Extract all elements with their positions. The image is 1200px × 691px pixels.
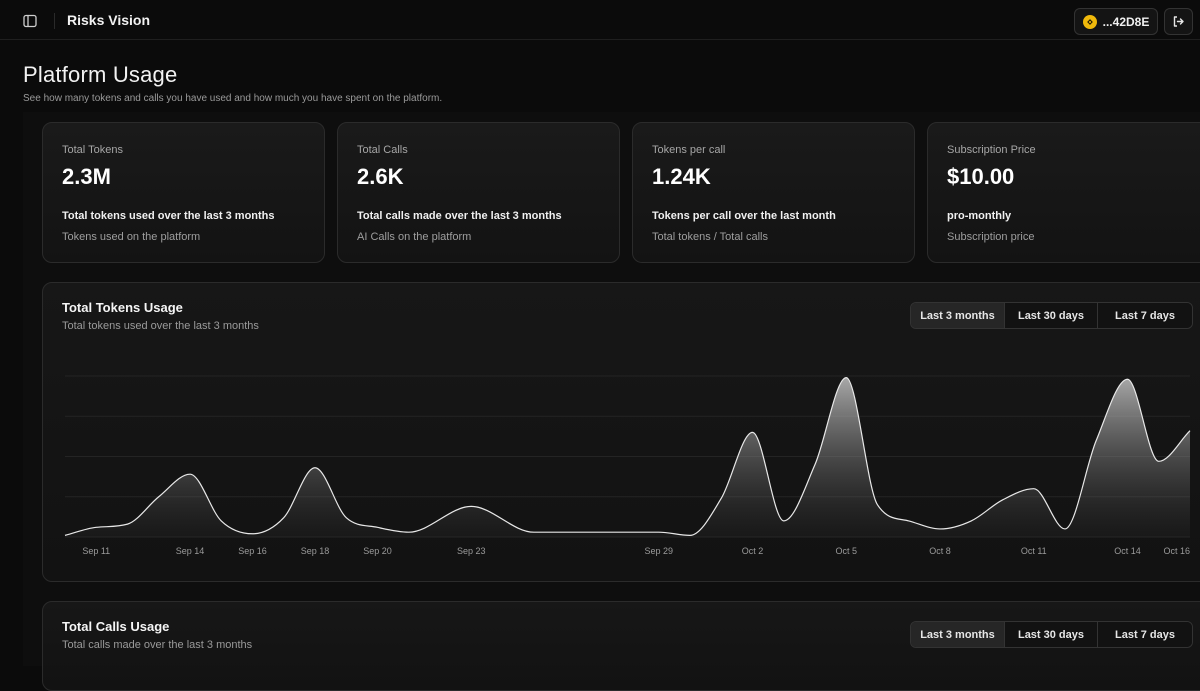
wallet-address: ...42D8E <box>1102 14 1150 29</box>
sidebar-toggle-icon[interactable] <box>20 11 40 31</box>
top-bar: Risks Vision ...42D8E <box>0 0 1200 40</box>
logout-icon <box>1173 16 1184 27</box>
stat-subtext: Subscription price <box>947 231 1035 243</box>
x-tick-label: Sep 18 <box>301 546 330 556</box>
x-tick-label: Sep 23 <box>457 546 486 556</box>
stat-subtext: Total tokens / Total calls <box>652 231 768 243</box>
stat-description: Total tokens used over the last 3 months <box>62 210 275 222</box>
calls-usage-card: Total Calls Usage Total calls made over … <box>42 601 1200 691</box>
x-tick-label: Oct 16 <box>1163 546 1190 556</box>
stat-card-total-tokens: Total Tokens 2.3M Total tokens used over… <box>42 122 325 263</box>
calls-range-selector: Last 3 months Last 30 days Last 7 days <box>910 621 1193 648</box>
range-last-3-months-button[interactable]: Last 3 months <box>911 622 1005 647</box>
x-tick-label: Sep 29 <box>644 546 673 556</box>
x-tick-label: Oct 2 <box>742 546 764 556</box>
range-last-30-days-button[interactable]: Last 30 days <box>1005 622 1098 647</box>
x-tick-label: Sep 14 <box>176 546 205 556</box>
x-tick-label: Oct 14 <box>1114 546 1141 556</box>
page-subtitle: See how many tokens and calls you have u… <box>23 93 443 104</box>
tokens-area-chart: Sep 11 Sep 14 Sep 16 Sep 18 Sep 20 Sep 23 Sep … <box>64 375 1191 556</box>
header-divider <box>54 13 55 29</box>
bnb-coin-icon <box>1082 14 1097 29</box>
page-title: Platform Usage <box>23 62 178 87</box>
stat-description: Tokens per call over the last month <box>652 210 836 222</box>
x-tick-label: Sep 20 <box>363 546 392 556</box>
stat-label: Total Tokens <box>62 144 123 156</box>
logout-button[interactable] <box>1164 8 1193 35</box>
wallet-button[interactable]: ...42D8E <box>1074 8 1158 35</box>
stat-card-total-calls: Total Calls 2.6K Total calls made over t… <box>337 122 620 263</box>
stat-card-tokens-per-call: Tokens per call 1.24K Tokens per call ov… <box>632 122 915 263</box>
stat-label: Tokens per call <box>652 144 726 156</box>
stat-subtext: Tokens used on the platform <box>62 231 201 243</box>
card-title: Total Calls Usage <box>62 619 170 634</box>
tokens-usage-card: Total Tokens Usage Total tokens used ove… <box>42 282 1200 582</box>
card-subtitle: Total calls made over the last 3 months <box>62 639 253 651</box>
x-tick-label: Sep 16 <box>238 546 267 556</box>
x-tick-label: Oct 5 <box>835 546 857 556</box>
x-tick-label: Oct 8 <box>929 546 951 556</box>
x-tick-label: Oct 11 <box>1021 546 1047 556</box>
stat-label: Total Calls <box>357 144 408 156</box>
stat-card-subscription-price: Subscription Price $10.00 pro-monthly Su… <box>927 122 1200 263</box>
stat-description: Total calls made over the last 3 months <box>357 210 562 222</box>
stat-value: 2.3M <box>62 164 111 189</box>
stat-subtext: AI Calls on the platform <box>357 231 472 243</box>
stat-value: $10.00 <box>947 164 1015 189</box>
stat-value: 2.6K <box>357 164 404 189</box>
app-title: Risks Vision <box>67 12 151 28</box>
x-tick-label: Sep 11 <box>82 546 110 556</box>
range-last-7-days-button[interactable]: Last 7 days <box>1098 622 1192 647</box>
stat-label: Subscription Price <box>947 144 1036 156</box>
tokens-area-fill <box>65 377 1190 537</box>
stat-description: pro-monthly <box>947 210 1012 222</box>
stat-value: 1.24K <box>652 164 711 189</box>
